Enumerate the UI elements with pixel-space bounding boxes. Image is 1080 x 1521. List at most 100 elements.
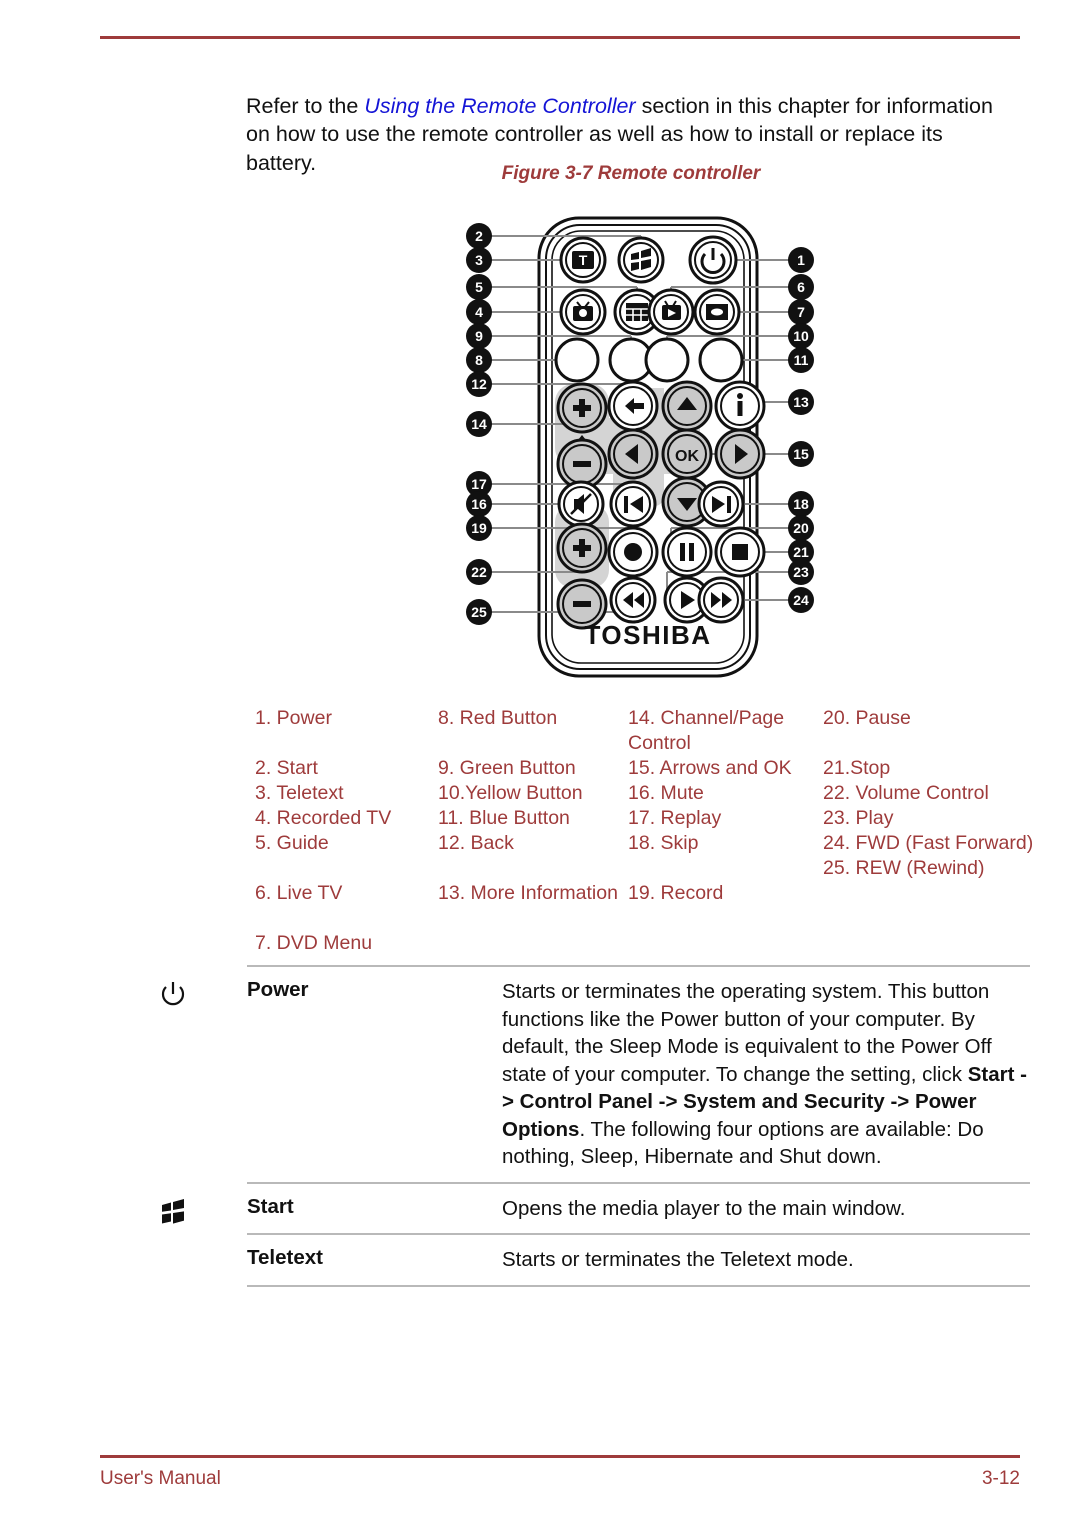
callout-23: 23 <box>788 559 814 585</box>
table-row-wrapper: Teletext Starts or terminates the Telete… <box>150 1233 1030 1287</box>
remote-button-arrow-up <box>661 380 713 432</box>
callout-6: 6 <box>788 274 814 300</box>
remote-button-ok: OK <box>661 428 713 480</box>
callout-19: 19 <box>466 515 492 541</box>
remote-button-power <box>688 235 738 285</box>
svg-text:7: 7 <box>797 304 805 320</box>
svg-text:4: 4 <box>475 304 483 320</box>
row-label: Teletext <box>247 1246 323 1269</box>
power-icon <box>158 979 198 1013</box>
row-label: Power <box>247 978 309 1001</box>
callout-2: 2 <box>466 223 492 249</box>
remote-button-dvd-menu <box>693 288 741 336</box>
legend-item: 10.Yellow Button <box>438 782 583 804</box>
remote-button-rewind <box>609 576 657 624</box>
svg-text:23: 23 <box>793 564 809 580</box>
svg-text:13: 13 <box>793 394 809 410</box>
callout-1: 1 <box>788 247 814 273</box>
legend-item: 4. Recorded TV <box>255 807 392 829</box>
legend-item: 3. Teletext <box>255 782 344 804</box>
callout-16: 16 <box>466 491 492 517</box>
document-page: Refer to the Using the Remote Controller… <box>0 0 1080 1521</box>
row-label: Start <box>247 1194 294 1218</box>
legend-item: 17. Replay <box>628 807 722 829</box>
legend-item: 19. Record <box>628 882 724 904</box>
svg-text:21: 21 <box>793 544 809 560</box>
remote-button-back <box>607 380 659 432</box>
using-the-remote-controller-link[interactable]: Using the Remote Controller <box>364 94 635 118</box>
svg-text:5: 5 <box>475 279 483 295</box>
remote-button-blue <box>698 337 744 383</box>
remote-button-record <box>607 526 659 578</box>
svg-text:15: 15 <box>793 446 809 462</box>
callout-10: 10 <box>788 323 814 349</box>
remote-button-replay <box>609 480 657 528</box>
row-description: Opens the media player to the main windo… <box>502 1196 906 1220</box>
legend-item: 18. Skip <box>628 832 699 854</box>
remote-button-fast-forward <box>697 576 745 624</box>
row-description: Starts or terminates the Teletext mode. <box>502 1248 854 1271</box>
legend-item: 24. FWD (Fast Forward) <box>823 832 1034 854</box>
callout-25: 25 <box>466 599 492 625</box>
legend-item: 1. Power <box>255 707 332 729</box>
callout-20: 20 <box>788 515 814 541</box>
remote-button-more-information <box>714 380 766 432</box>
svg-text:24: 24 <box>793 592 809 608</box>
svg-text:9: 9 <box>475 328 483 344</box>
svg-text:2: 2 <box>475 228 483 244</box>
svg-text:12: 12 <box>471 376 487 392</box>
svg-text:3: 3 <box>475 252 483 268</box>
legend-column-3: 14. Channel/Page Control 15. Arrows and … <box>628 706 818 906</box>
svg-text:OK: OK <box>675 448 699 465</box>
footer-page-number: 3-12 <box>981 1468 1020 1489</box>
svg-text:20: 20 <box>793 520 809 536</box>
header-rule <box>100 36 1020 39</box>
legend-item: 15. Arrows and OK <box>628 757 792 779</box>
callout-18: 18 <box>788 491 814 517</box>
remote-button-live-tv <box>647 288 695 336</box>
legend-item: 23. Play <box>823 807 894 829</box>
table-row-wrapper: Start Opens the media player to the main… <box>150 1181 1030 1234</box>
legend-item: 14. Channel/Page Control <box>628 707 785 754</box>
remote-button-stop <box>714 526 766 578</box>
remote-button-start <box>617 236 665 284</box>
svg-text:11: 11 <box>794 352 809 368</box>
svg-text:17: 17 <box>471 476 487 492</box>
table-row: Start Opens the media player to the main… <box>247 1181 1030 1234</box>
legend-item: 16. Mute <box>628 782 704 804</box>
callout-11: 11 <box>788 347 814 373</box>
remote-button-arrow-right <box>714 428 766 480</box>
remote-button-channel-up <box>556 382 608 434</box>
legend-item: 20. Pause <box>823 707 911 729</box>
figure-caption: Figure 3-7 Remote controller <box>501 163 761 184</box>
intro-text-before: Refer to the <box>246 93 365 118</box>
remote-button-mute <box>557 480 605 528</box>
svg-text:10: 10 <box>793 328 809 344</box>
legend-item: 13. More Information <box>438 882 618 904</box>
remote-button-recorded-tv <box>559 288 607 336</box>
legend-column-4: 20. Pause 21.Stop 22. Volume Control 23.… <box>823 706 1035 881</box>
callout-9: 9 <box>466 323 492 349</box>
legend-item: 7. DVD Menu <box>255 932 373 954</box>
remote-button-volume-up <box>556 522 608 574</box>
remote-button-yellow <box>644 337 690 383</box>
callout-22: 22 <box>466 559 492 585</box>
callout-7: 7 <box>788 299 814 325</box>
svg-text:6: 6 <box>797 279 805 295</box>
legend-item: 21.Stop <box>823 757 891 779</box>
legend-item: 25. REW (Rewind) <box>823 857 985 879</box>
callout-15: 15 <box>788 441 814 467</box>
callout-14: 14 <box>466 411 492 437</box>
legend-item: 12. Back <box>438 832 514 854</box>
remote-button-skip <box>697 480 745 528</box>
remote-button-red <box>554 337 600 383</box>
svg-text:14: 14 <box>471 416 487 432</box>
svg-text:1: 1 <box>797 252 805 268</box>
svg-text:22: 22 <box>471 564 487 580</box>
remote-button-arrow-left <box>607 428 659 480</box>
legend-column-1: 1. Power 2. Start 3. Teletext 4. Recorde… <box>255 706 435 956</box>
table-row: Teletext Starts or terminates the Telete… <box>247 1233 1030 1287</box>
legend-item: 9. Green Button <box>438 757 576 779</box>
footer-manual-label: User's Manual <box>100 1468 221 1489</box>
callout-5: 5 <box>466 274 492 300</box>
